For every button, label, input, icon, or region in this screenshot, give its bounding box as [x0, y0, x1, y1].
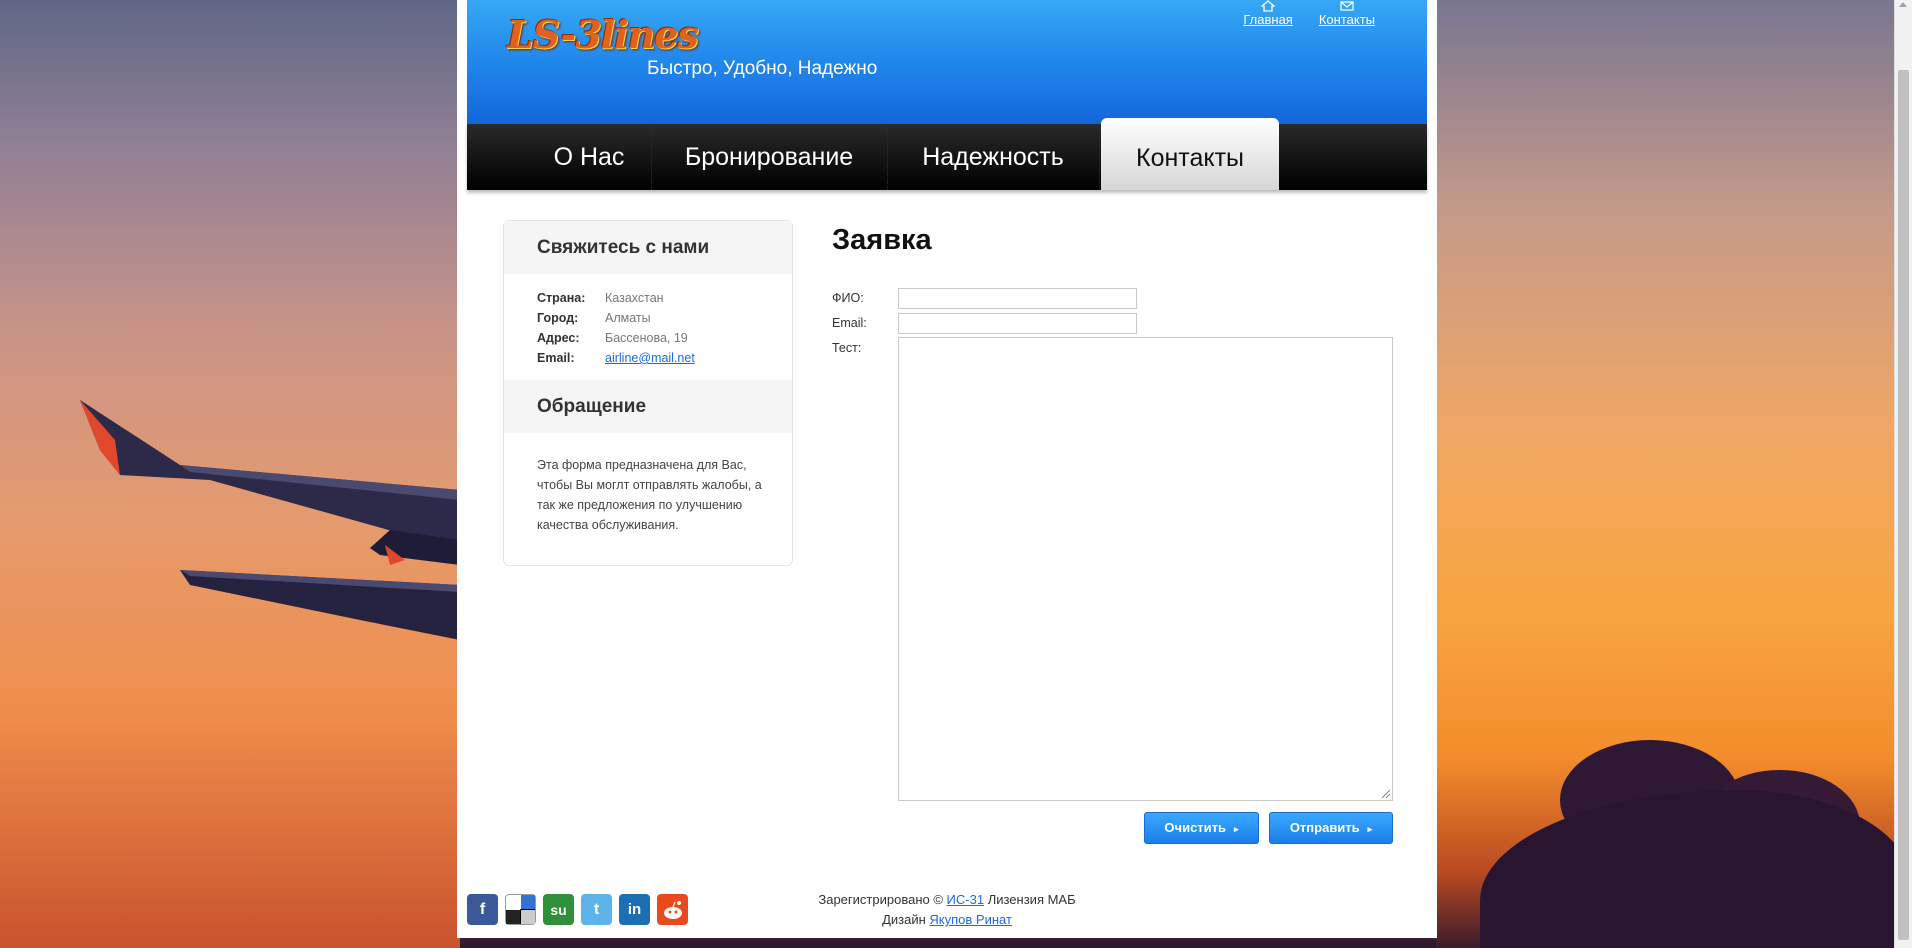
contact-key: Адрес:: [537, 331, 580, 345]
airplane-wing-image: [80, 400, 460, 640]
footer-group-link[interactable]: ИС-31: [947, 892, 985, 907]
footer-line-1: Зарегистрировано © ИС-31 Лизензия МАБ: [747, 890, 1147, 910]
twitter-icon[interactable]: t: [581, 894, 612, 925]
contact-value: Бассенова, 19: [605, 331, 688, 345]
stumbleupon-icon[interactable]: su: [543, 894, 574, 925]
top-link-contacts[interactable]: Контакты: [1319, 0, 1375, 27]
arrow-right-icon: ▸: [1234, 823, 1239, 834]
contact-value: Казахстан: [605, 291, 664, 305]
site-logo[interactable]: LS-3lines: [507, 12, 699, 57]
footer-registered: Зарегистрировано ©: [818, 892, 943, 907]
footer-author-link[interactable]: Якупов Ринат: [929, 912, 1012, 927]
contact-row: Адрес: Бассенова, 19: [537, 328, 792, 348]
contact-key: Город:: [537, 311, 579, 325]
footer-design-label: Дизайн: [882, 912, 926, 927]
main-navigation: О Нас Бронирование Надежность Контакты: [467, 118, 1427, 190]
clear-button-label[interactable]: Очистить: [1164, 820, 1226, 835]
name-input[interactable]: [898, 288, 1137, 309]
email-label: Email:: [832, 316, 867, 330]
contact-email-link[interactable]: airline@mail.net: [605, 348, 695, 368]
site-tagline: Быстро, Удобно, Надежно: [647, 58, 878, 79]
nav-item-contacts[interactable]: Контакты: [1101, 118, 1279, 190]
submit-button[interactable]: Отправить ▸: [1269, 812, 1393, 844]
social-links: f su t in: [467, 894, 688, 925]
top-link-home[interactable]: Главная: [1243, 0, 1293, 27]
message-textarea[interactable]: [898, 337, 1393, 801]
nav-item-reliability[interactable]: Надежность: [887, 124, 1100, 190]
submit-button-label[interactable]: Отправить: [1290, 820, 1360, 835]
contact-row: Город: Алматы: [537, 308, 792, 328]
arrow-right-icon: ▸: [1367, 823, 1373, 834]
appeal-text: Эта форма предназначена для Вас, чтобы В…: [537, 458, 762, 532]
top-link-home-label[interactable]: Главная: [1243, 12, 1292, 27]
facebook-icon[interactable]: f: [467, 894, 498, 925]
nav-item-about[interactable]: О Нас: [527, 124, 652, 190]
contact-key: Страна:: [537, 291, 586, 305]
page-container: LS-3lines Быстро, Удобно, Надежно Главна…: [457, 0, 1437, 938]
contact-row: Страна: Казахстан: [537, 288, 792, 308]
home-icon: [1261, 0, 1276, 12]
form-title: Заявка: [832, 224, 932, 256]
contact-row: Email: airline@mail.net: [537, 348, 792, 368]
top-link-contacts-label[interactable]: Контакты: [1319, 12, 1375, 27]
contact-list: Страна: Казахстан Город: Алматы Адрес: Б…: [504, 274, 792, 380]
contact-sidebar: Свяжитесь с нами Страна: Казахстан Город…: [503, 220, 793, 566]
site-header: LS-3lines Быстро, Удобно, Надежно Главна…: [467, 0, 1427, 124]
clear-button[interactable]: Очистить ▸: [1144, 812, 1259, 844]
delicious-icon[interactable]: [505, 894, 536, 925]
nav-item-booking[interactable]: Бронирование: [651, 124, 888, 190]
contact-key: Email:: [537, 351, 575, 365]
appeal-heading: Обращение: [504, 380, 792, 433]
top-links: Главная Контакты: [1243, 0, 1375, 27]
footer-license: Лизензия МАБ: [987, 892, 1076, 907]
reddit-icon[interactable]: [657, 894, 688, 925]
footer-line-2: Дизайн Якупов Ринат: [747, 910, 1147, 930]
linkedin-icon[interactable]: in: [619, 894, 650, 925]
text-label: Тест:: [832, 341, 862, 355]
resize-handle-icon[interactable]: [1382, 790, 1390, 798]
scroll-thumb[interactable]: [1898, 70, 1909, 940]
mail-icon: [1340, 1, 1354, 11]
footer-text: Зарегистрировано © ИС-31 Лизензия МАБ Ди…: [747, 890, 1147, 930]
contact-heading: Свяжитесь с нами: [504, 221, 792, 274]
vertical-scrollbar[interactable]: [1894, 0, 1912, 948]
email-input[interactable]: [898, 313, 1137, 334]
name-label: ФИО:: [832, 291, 864, 305]
contact-value: Алматы: [605, 311, 651, 325]
scroll-up-arrow-icon[interactable]: [1899, 2, 1907, 7]
